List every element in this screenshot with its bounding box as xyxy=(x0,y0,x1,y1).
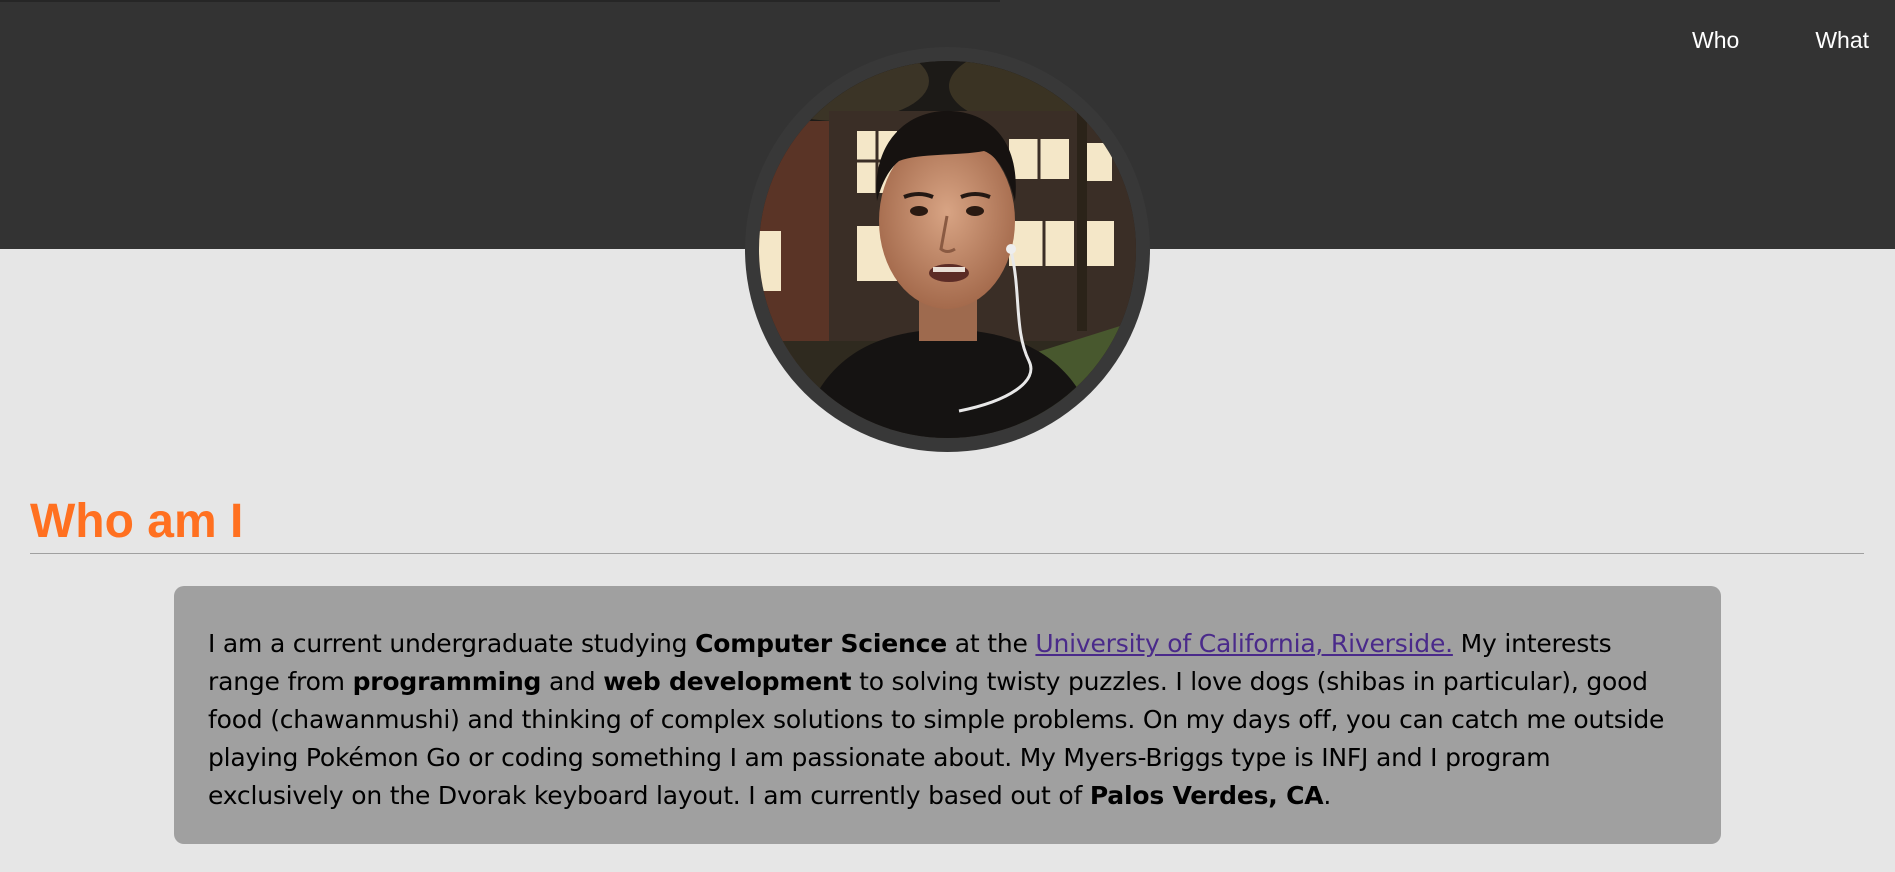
bio-text: I am a current undergraduate studying xyxy=(208,629,696,658)
bio-highlight-webdev: web development xyxy=(603,667,852,696)
bio-text: at the xyxy=(947,629,1036,658)
nav-link-what[interactable]: What xyxy=(1815,27,1869,54)
nav-link-who[interactable]: Who xyxy=(1692,27,1739,54)
bio-highlight-major: Computer Science xyxy=(695,629,948,658)
portrait-photo-icon xyxy=(759,61,1136,438)
top-border xyxy=(0,0,1000,2)
bio-text: . xyxy=(1323,781,1332,810)
bio-highlight-programming: programming xyxy=(352,667,542,696)
avatar xyxy=(759,61,1136,438)
avatar-frame xyxy=(745,47,1150,452)
bio-card: I am a current undergraduate studying Co… xyxy=(174,586,1721,844)
section-divider xyxy=(30,553,1864,554)
bio-highlight-location: Palos Verdes, CA xyxy=(1089,781,1324,810)
bio-text: and xyxy=(541,667,604,696)
bio-paragraph: I am a current undergraduate studying Co… xyxy=(208,625,1687,815)
top-nav: Who What xyxy=(1642,25,1895,55)
university-link[interactable]: University of California, Riverside. xyxy=(1035,629,1453,658)
section-title: Who am I xyxy=(30,495,244,548)
